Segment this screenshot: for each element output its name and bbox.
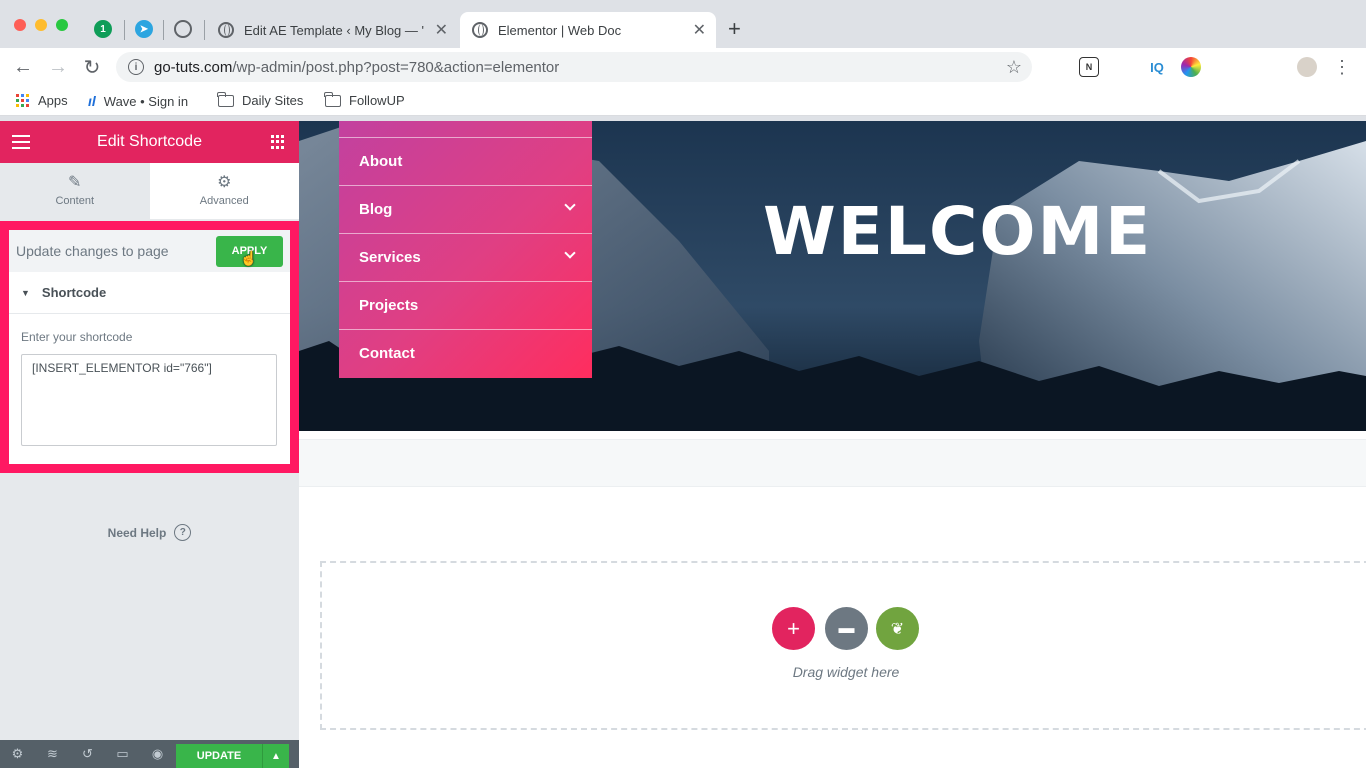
lastpass-icon[interactable]: ••• xyxy=(1045,57,1065,77)
settings-gear-icon[interactable]: ⚙ xyxy=(0,740,35,768)
more-menu-icon[interactable]: ⋮ xyxy=(1330,55,1354,79)
pencil-icon: ✎ xyxy=(68,174,82,191)
gear-icon: ⚙ xyxy=(217,174,232,191)
chevron-down-icon xyxy=(564,199,576,211)
info-icon[interactable]: i xyxy=(128,59,144,75)
hand-cursor-icon: ☝ xyxy=(240,249,258,266)
adblock-icon[interactable]: ABP xyxy=(1113,57,1133,77)
wave-logo-icon: ıl xyxy=(88,93,96,109)
forward-arrow-icon[interactable]: → xyxy=(46,55,70,79)
iq-icon[interactable]: IQ xyxy=(1147,57,1167,77)
new-tab-button[interactable]: + xyxy=(728,16,741,42)
browser-toolbar: ← → ↻ i go-tuts.com/wp-admin/post.php?po… xyxy=(0,48,1366,86)
pinned-tab-telegram-icon[interactable]: ➤ xyxy=(135,20,153,38)
tab-label: Content xyxy=(55,195,95,207)
widgets-grid-icon[interactable] xyxy=(271,135,285,149)
bookmark-star-icon[interactable]: ☆ xyxy=(1006,57,1022,78)
tab-title: Edit AE Template ‹ My Blog — ' xyxy=(244,22,424,38)
hero-title: WELCOME xyxy=(763,193,1153,270)
bookmark-label: FollowUP xyxy=(349,93,405,108)
help-question-icon: ? xyxy=(174,524,192,541)
menu-item-projects[interactable]: Projects xyxy=(339,281,592,329)
url-text: go-tuts.com/wp-admin/post.php?post=780&a… xyxy=(154,58,560,76)
globe-icon xyxy=(472,22,488,38)
tab-content[interactable]: ✎ Content xyxy=(0,163,150,219)
browser-tab-bar: 1 ➤ Edit AE Template ‹ My Blog — ' ✕ Ele… xyxy=(0,0,1366,48)
menu-item-blog[interactable]: Blog xyxy=(339,185,592,233)
bookmark-daily-sites[interactable]: Daily Sites xyxy=(217,91,304,108)
menu-item-contact[interactable]: Contact xyxy=(339,329,592,377)
add-section-plus-icon[interactable]: + xyxy=(772,607,815,650)
responsive-desktop-icon[interactable]: ▭ xyxy=(105,740,140,768)
tab-advanced[interactable]: ⚙ Advanced xyxy=(150,163,300,219)
bookmark-followup[interactable]: FollowUP xyxy=(324,91,405,108)
reload-icon[interactable]: ↻ xyxy=(80,55,104,79)
notion-icon[interactable]: N xyxy=(1079,57,1099,77)
section-shortcode-header[interactable]: ▼ Shortcode xyxy=(9,272,290,314)
colorpicker-icon[interactable] xyxy=(1181,57,1201,77)
apply-button[interactable]: APPLY ☝ xyxy=(216,235,283,267)
page-preview: WELCOME About Blog Services Projects Con… xyxy=(299,121,1366,768)
shortcode-field-label: Enter your shortcode xyxy=(21,330,133,344)
profile-avatar[interactable] xyxy=(1297,57,1317,77)
tab-edit-ae-template[interactable]: Edit AE Template ‹ My Blog — ' ✕ xyxy=(206,12,458,48)
apps-grid-icon xyxy=(16,93,30,108)
menu-item-services[interactable]: Services xyxy=(339,233,592,281)
minimize-window-button[interactable] xyxy=(35,19,47,31)
elementor-panel: Edit Shortcode ✎ Content ⚙ Advanced Upda… xyxy=(0,121,299,768)
panel-title: Edit Shortcode xyxy=(97,133,202,150)
tab-title: Elementor | Web Doc xyxy=(498,22,622,38)
add-template-folder-icon[interactable]: ▬ xyxy=(825,607,868,650)
bookmark-label: Daily Sites xyxy=(242,93,304,108)
bookmark-label: Apps xyxy=(38,93,68,108)
pinned-tab-1-icon[interactable]: 1 xyxy=(94,20,112,38)
preview-eye-icon[interactable]: ◉ xyxy=(140,740,175,768)
chevron-down-icon xyxy=(564,247,576,259)
grammarly-icon[interactable]: G xyxy=(1215,57,1235,77)
hero-section: WELCOME About Blog Services Projects Con… xyxy=(299,121,1366,431)
add-section-dropzone[interactable]: + ▬ ❦ Drag widget here xyxy=(320,561,1366,730)
folder-icon xyxy=(324,91,341,107)
pinned-tab-globe-icon[interactable] xyxy=(174,20,192,38)
dropdown-menu: About Blog Services Projects Contact xyxy=(339,121,592,378)
ae-template-leaf-icon[interactable]: ❦ xyxy=(876,607,919,650)
panel-header: Edit Shortcode xyxy=(0,121,299,163)
drag-widget-hint: Drag widget here xyxy=(792,664,900,680)
close-icon[interactable]: ✕ xyxy=(435,20,448,40)
history-icon[interactable]: ↺ xyxy=(70,740,105,768)
maximize-window-button[interactable] xyxy=(56,19,68,31)
highlight-annotation-box: Update changes to page APPLY ☝ ▼ Shortco… xyxy=(0,221,299,473)
globe-icon xyxy=(218,22,234,38)
tab-elementor[interactable]: Elementor | Web Doc ✕ xyxy=(460,12,716,48)
shortcode-textarea[interactable]: [INSERT_ELEMENTOR id="766"] xyxy=(21,354,277,446)
section-title: Shortcode xyxy=(41,285,107,300)
k-extension-icon[interactable]: K xyxy=(1249,57,1269,77)
address-bar[interactable]: i go-tuts.com/wp-admin/post.php?post=780… xyxy=(116,52,1032,82)
apply-changes-row: Update changes to page APPLY ☝ xyxy=(9,230,290,272)
bookmark-label: Wave • Sign in xyxy=(103,93,189,109)
update-options-caret-icon[interactable]: ▲ xyxy=(262,744,289,768)
panel-footer: ⚙ ≋ ↺ ▭ ◉ UPDATE ▲ xyxy=(0,740,299,768)
back-arrow-icon[interactable]: ← xyxy=(11,55,35,79)
navigator-layers-icon[interactable]: ≋ xyxy=(35,740,70,768)
menu-hamburger-icon[interactable] xyxy=(12,135,30,149)
bookmark-wave[interactable]: ıl Wave • Sign in xyxy=(88,93,188,109)
apply-description: Update changes to page xyxy=(16,243,169,259)
caret-down-icon: ▼ xyxy=(21,287,30,298)
tab-label: Advanced xyxy=(199,195,249,207)
close-icon[interactable]: ✕ xyxy=(693,20,706,40)
panel-tabs: ✎ Content ⚙ Advanced xyxy=(0,163,299,219)
close-window-button[interactable] xyxy=(14,19,26,31)
empty-section-strip xyxy=(299,439,1366,487)
menu-item-about[interactable]: About xyxy=(339,137,592,185)
bookmark-apps[interactable]: Apps xyxy=(16,93,68,108)
need-help-link[interactable]: Need Help ? xyxy=(0,524,299,541)
update-button[interactable]: UPDATE xyxy=(176,744,262,768)
folder-icon xyxy=(217,91,234,107)
bookmarks-bar: Apps ıl Wave • Sign in Daily Sites Follo… xyxy=(0,86,1366,116)
